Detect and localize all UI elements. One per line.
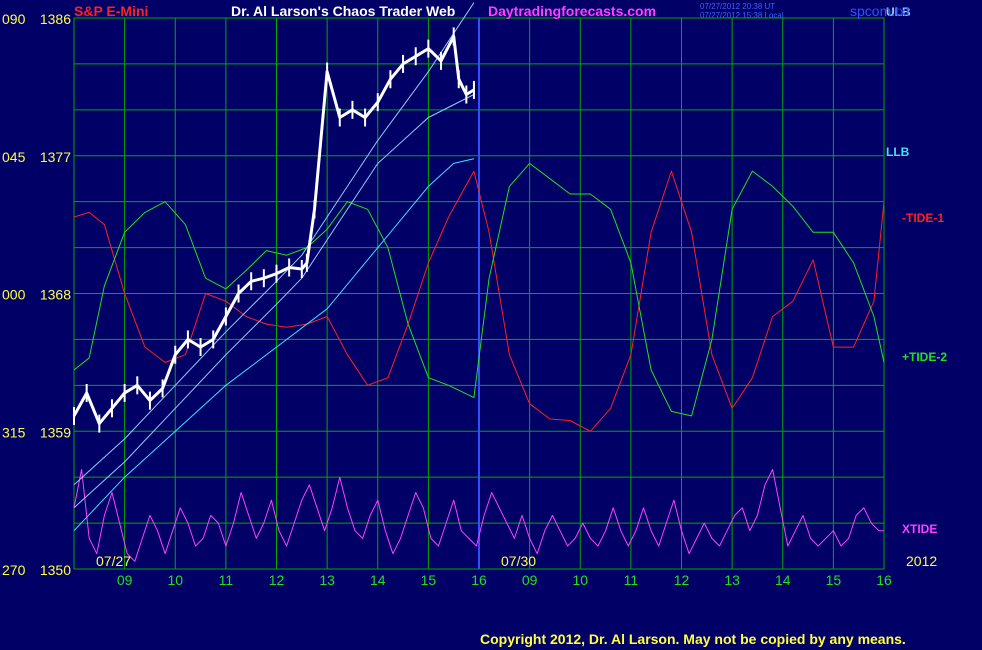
hour-tick-label: 15 (421, 572, 437, 588)
hour-tick-label: 10 (572, 572, 588, 588)
price-tick-label: 1368 (40, 287, 71, 303)
hour-tick-label: 13 (319, 572, 335, 588)
date-tick-label: 07/30 (501, 553, 536, 569)
hour-tick-label: 12 (674, 572, 690, 588)
hour-tick-label: 09 (522, 572, 538, 588)
line-label: XTIDE (902, 522, 937, 536)
hour-tick-label: 16 (876, 572, 892, 588)
hour-tick-label: 10 (167, 572, 183, 588)
timestamp-ut: 07/27/2012 20:38 UT (700, 2, 775, 11)
upper-band-line (73, 2, 475, 486)
hour-tick-label: 14 (370, 572, 386, 588)
data-file-label: spcom.txt (850, 3, 910, 19)
price-line (72, 34, 475, 426)
line-label: +TIDE-2 (902, 350, 947, 364)
angle-tick-label: 045 (2, 149, 26, 165)
price-tick-label: 1377 (40, 149, 71, 165)
symbol-label: S&P E-Mini (74, 3, 148, 19)
middle-band-line (73, 94, 475, 509)
angle-tick-label: 270 (2, 562, 26, 578)
lower-band-line (73, 158, 475, 532)
line-label: -TIDE-1 (902, 211, 944, 225)
price-tick-label: 1350 (40, 562, 71, 578)
angle-tick-label: 090 (2, 11, 26, 27)
price-tick-label: 1386 (40, 11, 71, 27)
date-tick-label: 2012 (906, 553, 937, 569)
date-tick-label: 07/27 (96, 553, 131, 569)
hour-tick-label: 15 (826, 572, 842, 588)
angle-tick-label: 000 (2, 287, 26, 303)
line-label: LLB (886, 145, 910, 159)
hour-tick-label: 09 (117, 572, 133, 588)
timestamp-local: 07/27/2012 15:38 Local (700, 11, 784, 20)
hour-tick-label: 11 (219, 572, 234, 588)
site-link[interactable]: Daytradingforecasts.com (488, 3, 656, 19)
angle-tick-label: 315 (2, 424, 26, 440)
hour-tick-label: 14 (775, 572, 791, 588)
hour-tick-label: 12 (269, 572, 285, 588)
copyright-notice: Copyright 2012, Dr. Al Larson. May not b… (480, 631, 906, 647)
chaos-trader-chart: 090 1386 045 1377 000 1368 315 1359 270 1350 09 10 1… (2, 2, 947, 647)
chart-title: Dr. Al Larson's Chaos Trader Web (231, 3, 455, 19)
chart-window: 090 1386 045 1377 000 1368 315 1359 270 1350 09 10 1… (0, 0, 982, 650)
price-tick-label: 1359 (40, 424, 71, 440)
hour-tick-label: 11 (624, 572, 639, 588)
grid (73, 17, 885, 570)
hour-tick-label: 13 (724, 572, 740, 588)
hour-tick-label: 16 (471, 572, 487, 588)
